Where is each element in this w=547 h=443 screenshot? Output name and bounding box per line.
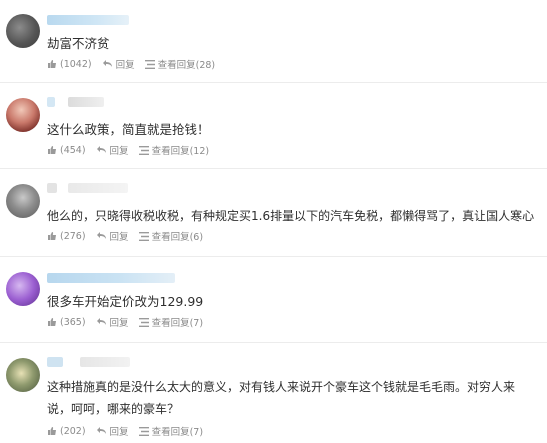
like-count: (202) bbox=[60, 425, 86, 437]
comment-actions: (365) 回复 查看回复(7) bbox=[47, 315, 213, 329]
view-replies-label: 查看回复(6) bbox=[151, 232, 204, 243]
thumbs-up-icon bbox=[48, 427, 56, 435]
avatar[interactable] bbox=[6, 358, 40, 392]
avatar[interactable] bbox=[6, 184, 40, 218]
reply-button[interactable]: 回复 bbox=[96, 229, 129, 243]
reply-label: 回复 bbox=[115, 60, 135, 71]
reply-arrow-icon bbox=[96, 146, 106, 153]
comment-item: 这什么政策，简直就是抢钱！ (454) 回复 查看回复(12) bbox=[0, 84, 547, 166]
thumbs-up-icon bbox=[48, 318, 56, 326]
comment-item: 这种措施真的是没什么太大的意义，对有钱人来说开个豪车这个钱就是毛毛雨。对穷人来说… bbox=[0, 344, 547, 443]
reply-label: 回复 bbox=[109, 232, 129, 243]
avatar[interactable] bbox=[6, 14, 40, 48]
comment-item: 劫富不济贫 (1042) 回复 查看回复(28) bbox=[0, 0, 547, 80]
thumbs-up-icon bbox=[48, 232, 56, 240]
view-replies-label: 查看回复(7) bbox=[151, 427, 204, 438]
list-icon bbox=[138, 317, 149, 327]
username[interactable] bbox=[47, 357, 63, 367]
avatar[interactable] bbox=[6, 98, 40, 132]
reply-label: 回复 bbox=[109, 146, 129, 157]
avatar[interactable] bbox=[6, 272, 40, 306]
reply-arrow-icon bbox=[102, 60, 112, 67]
comment-text: 劫富不济贫 bbox=[47, 36, 110, 51]
view-replies-button[interactable]: 查看回复(6) bbox=[138, 229, 204, 243]
view-replies-button[interactable]: 查看回复(7) bbox=[138, 424, 204, 438]
comment-actions: (202) 回复 查看回复(7) bbox=[47, 424, 213, 438]
comment-actions: (276) 回复 查看回复(6) bbox=[47, 229, 213, 243]
username-suffix bbox=[80, 357, 130, 367]
comment-text: 这什么政策，简直就是抢钱！ bbox=[47, 122, 210, 137]
like-count: (454) bbox=[60, 144, 86, 156]
view-replies-button[interactable]: 查看回复(28) bbox=[144, 57, 216, 71]
list-icon bbox=[138, 426, 149, 436]
thumbs-up-icon bbox=[48, 60, 56, 68]
like-button[interactable]: (276) bbox=[47, 231, 86, 242]
comment-feed: 劫富不济贫 (1042) 回复 查看回复(28) 这什么政策，简直就是抢钱！ (… bbox=[0, 0, 547, 443]
comment-item: 很多车开始定价改为129.99 (365) 回复 查看回复(7) bbox=[0, 258, 547, 340]
view-replies-button[interactable]: 查看回复(12) bbox=[138, 143, 210, 157]
username[interactable] bbox=[47, 97, 55, 107]
username[interactable] bbox=[47, 273, 175, 283]
view-replies-label: 查看回复(7) bbox=[151, 318, 204, 329]
divider bbox=[0, 82, 547, 83]
comment-actions: (454) 回复 查看回复(12) bbox=[47, 143, 219, 157]
like-button[interactable]: (454) bbox=[47, 145, 86, 156]
list-icon bbox=[138, 145, 149, 155]
view-replies-label: 查看回复(12) bbox=[151, 146, 210, 157]
divider bbox=[0, 342, 547, 343]
username-suffix bbox=[68, 97, 104, 107]
comment-text: 他么的，只晓得收税收税，有种规定买1.6排量以下的汽车免税，都懒得骂了，真让国人… bbox=[47, 209, 535, 223]
reply-arrow-icon bbox=[96, 427, 106, 434]
reply-button[interactable]: 回复 bbox=[96, 143, 129, 157]
view-replies-button[interactable]: 查看回复(7) bbox=[138, 315, 204, 329]
list-icon bbox=[138, 231, 149, 241]
reply-label: 回复 bbox=[109, 427, 129, 438]
like-count: (1042) bbox=[60, 58, 92, 70]
like-count: (276) bbox=[60, 230, 86, 242]
username[interactable] bbox=[47, 15, 129, 25]
username[interactable] bbox=[47, 183, 57, 193]
reply-label: 回复 bbox=[109, 318, 129, 329]
divider bbox=[0, 168, 547, 169]
reply-button[interactable]: 回复 bbox=[96, 315, 129, 329]
comment-actions: (1042) 回复 查看回复(28) bbox=[47, 57, 225, 71]
comment-text: 很多车开始定价改为129.99 bbox=[47, 294, 204, 309]
like-count: (365) bbox=[60, 316, 86, 328]
reply-button[interactable]: 回复 bbox=[96, 424, 129, 438]
thumbs-up-icon bbox=[48, 146, 56, 154]
like-button[interactable]: (1042) bbox=[47, 59, 92, 70]
reply-arrow-icon bbox=[96, 318, 106, 325]
like-button[interactable]: (365) bbox=[47, 317, 86, 328]
divider bbox=[0, 256, 547, 257]
view-replies-label: 查看回复(28) bbox=[157, 60, 216, 71]
reply-arrow-icon bbox=[96, 232, 106, 239]
like-button[interactable]: (202) bbox=[47, 426, 86, 437]
reply-button[interactable]: 回复 bbox=[102, 57, 135, 71]
username-suffix bbox=[68, 183, 128, 193]
comment-text: 这种措施真的是没什么太大的意义，对有钱人来说开个豪车这个钱就是毛毛雨。对穷人来说… bbox=[47, 380, 516, 416]
list-icon bbox=[144, 59, 155, 69]
comment-item: 他么的，只晓得收税收税，有种规定买1.6排量以下的汽车免税，都懒得骂了，真让国人… bbox=[0, 170, 547, 255]
